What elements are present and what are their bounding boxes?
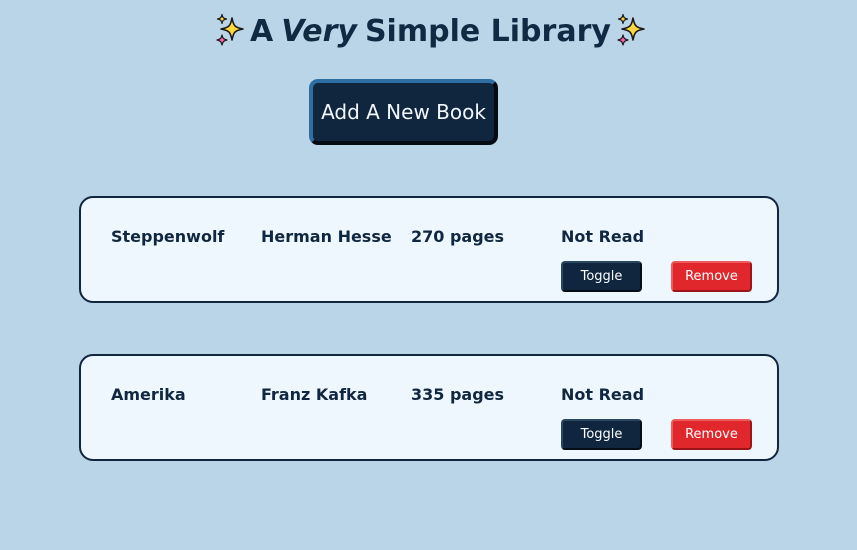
book-pages: 270 pages — [411, 227, 505, 246]
book-card: Steppenwolf Herman Hesse 270 pages Not R… — [79, 196, 779, 303]
book-pages: 335 pages — [411, 385, 505, 404]
title-prefix: A — [250, 13, 274, 49]
toggle-read-button[interactable]: Toggle — [561, 419, 642, 450]
book-title: Amerika — [111, 385, 186, 404]
title-suffix: Simple Library — [364, 13, 611, 49]
book-author: Franz Kafka — [261, 385, 368, 404]
page-title: A Very Simple Library — [212, 11, 649, 51]
book-author: Herman Hesse — [261, 227, 392, 246]
sparkles-icon — [212, 13, 248, 49]
title-emphasis: Very — [281, 13, 357, 49]
book-read-status: Not Read — [561, 385, 645, 404]
book-read-status: Not Read — [561, 227, 645, 246]
toggle-read-button[interactable]: Toggle — [561, 261, 642, 292]
book-card: Amerika Franz Kafka 335 pages Not Read T… — [79, 354, 779, 461]
remove-book-button[interactable]: Remove — [671, 419, 752, 450]
remove-book-button[interactable]: Remove — [671, 261, 752, 292]
add-book-button[interactable]: Add A New Book — [309, 79, 498, 145]
book-title: Steppenwolf — [111, 227, 225, 246]
sparkles-icon — [613, 13, 649, 49]
